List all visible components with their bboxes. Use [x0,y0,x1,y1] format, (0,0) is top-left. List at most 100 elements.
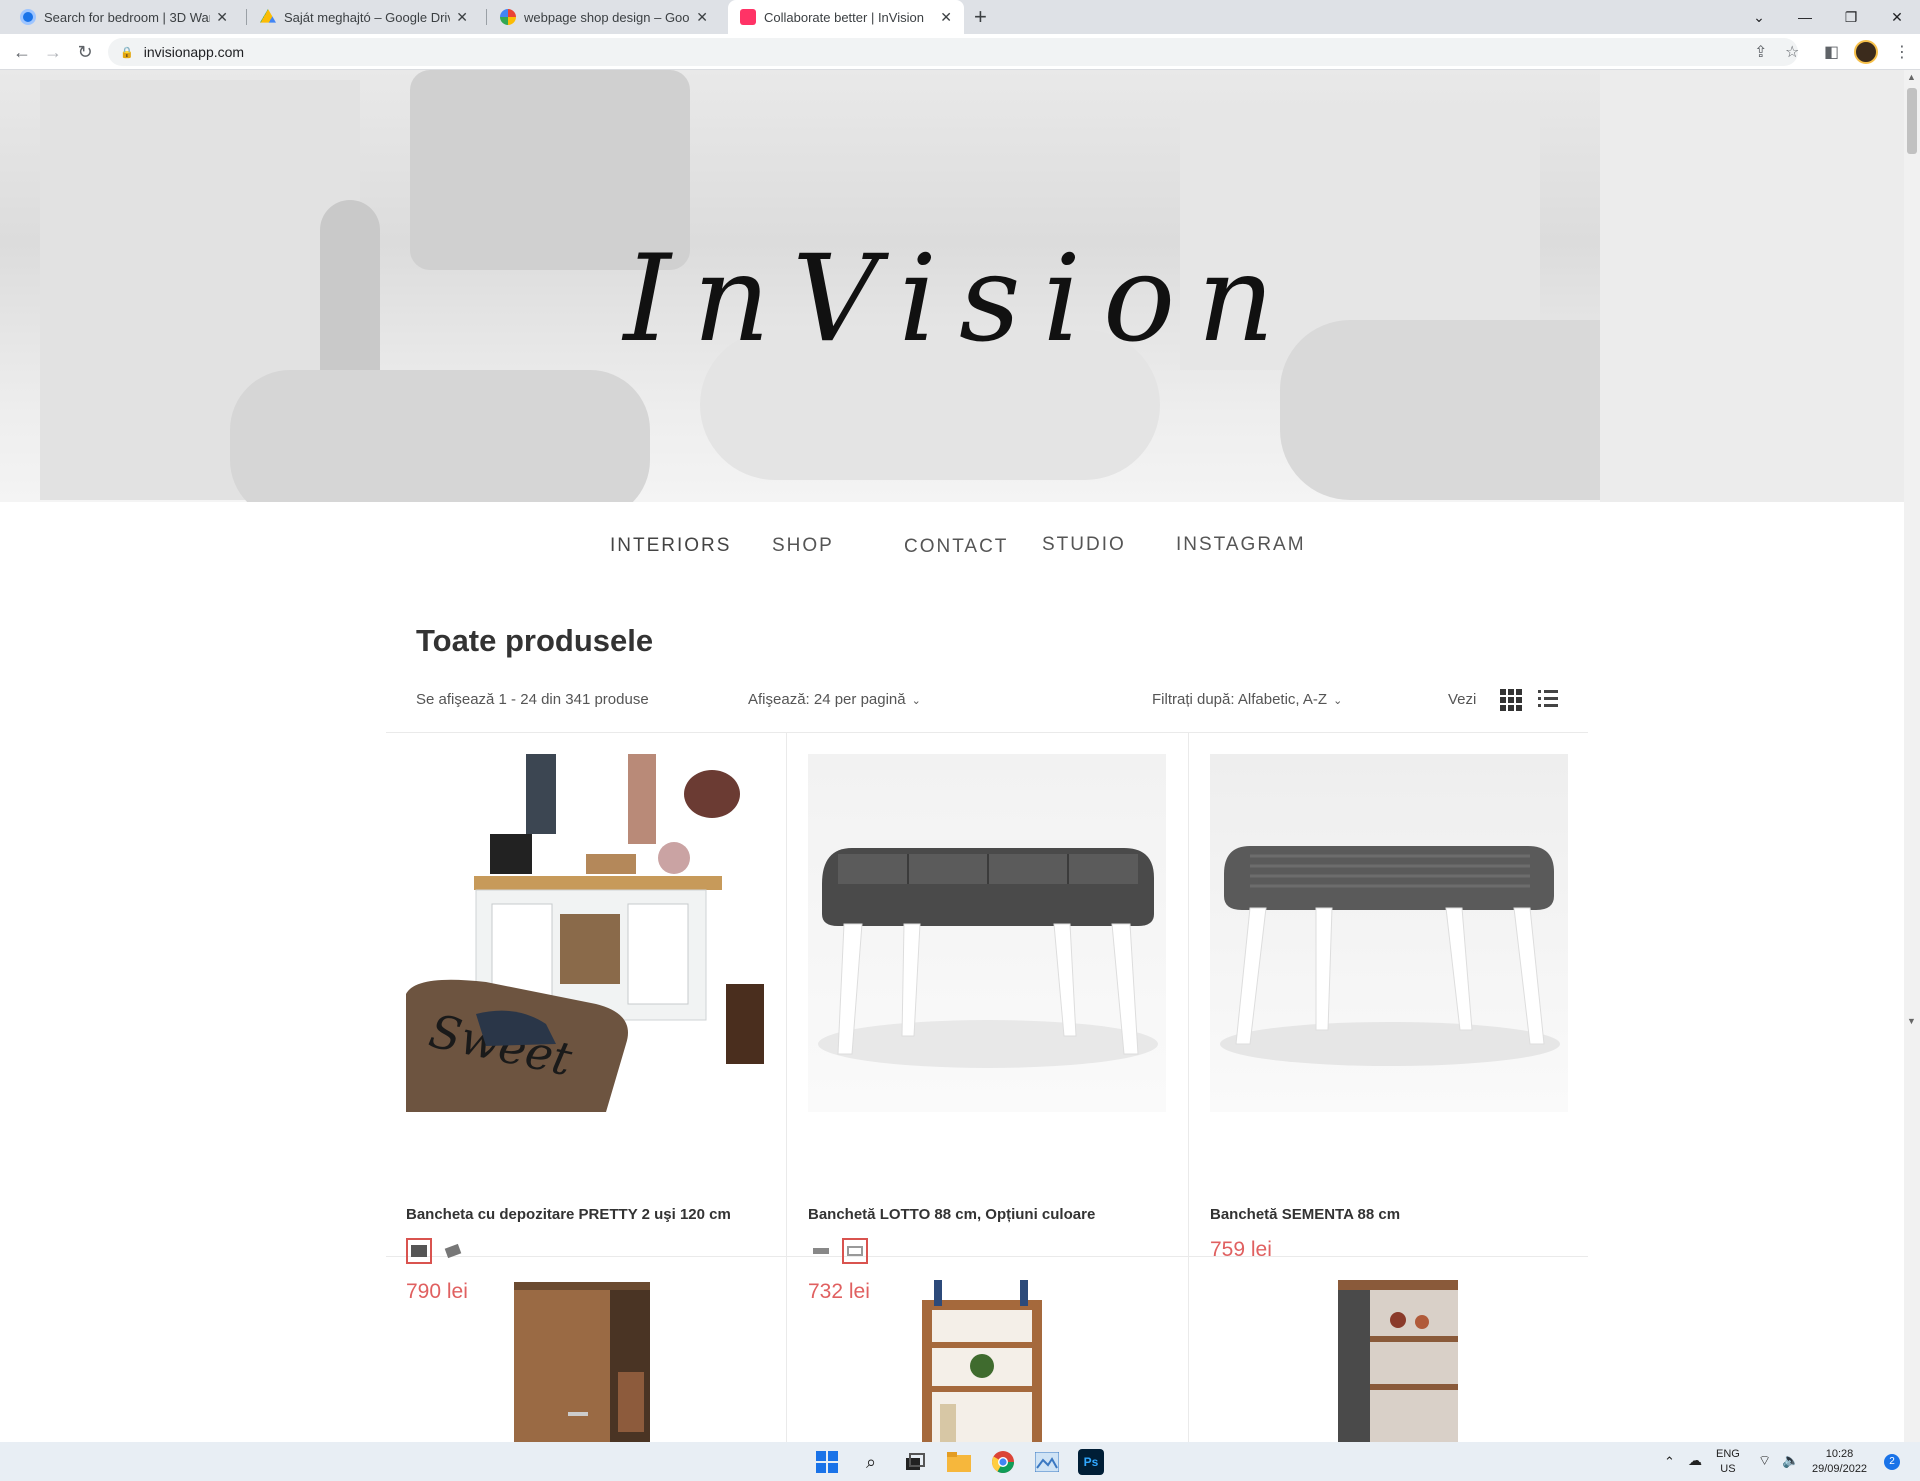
product-image[interactable] [808,754,1166,1112]
tab-3d-warehouse[interactable]: Search for bedroom | 3D Wareho ✕ [8,0,240,34]
bookmark-star-icon[interactable]: ☆ [1785,42,1799,62]
back-arrow-icon[interactable]: ← [10,40,34,64]
tab-invision[interactable]: Collaborate better | InVision ✕ [728,0,964,34]
sort-dropdown[interactable]: Filtrați după: Alfabetic, A-Z ⌄ [1152,691,1342,708]
reload-icon[interactable]: ↻ [73,40,97,64]
grid-divider [1188,732,1189,1442]
volume-icon[interactable]: 🔈 [1782,1453,1799,1468]
tab-divider [486,9,487,25]
new-tab-button[interactable]: + [974,4,987,30]
close-icon[interactable]: ✕ [940,9,952,26]
tray-chevron-icon[interactable]: ⌃ [1664,1454,1675,1469]
storage-bench-illustration: Sweet [406,754,764,1112]
window-controls: ⌄ — ❐ ✕ [1736,0,1920,34]
product-name[interactable]: Banchetă LOTTO 88 cm, Opțiuni culoare [808,1206,1095,1223]
nav-interiors[interactable]: INTERIORS [610,535,731,557]
per-page-dropdown[interactable]: Afişează: 24 per pagină ⌄ [748,691,921,708]
grid-view-icon[interactable] [1500,689,1522,711]
google-icon [500,9,516,25]
lock-icon: 🔒 [120,46,134,59]
main-navigation [0,510,1904,610]
scroll-up-icon[interactable]: ▲ [1907,72,1916,82]
per-page-label: Afişează: 24 per pagină [748,691,906,708]
task-view-icon[interactable] [902,1449,928,1475]
chevron-down-icon: ⌄ [1333,695,1343,707]
bench-lotto-illustration [818,848,1158,1068]
nav-studio[interactable]: STUDIO [1042,534,1126,556]
window-close-icon[interactable]: ✕ [1874,0,1920,34]
file-explorer-icon[interactable] [946,1449,972,1475]
nav-shop[interactable]: SHOP [772,535,834,557]
tab-google-drive[interactable]: Saját meghajtó – Google Drive ✕ [248,0,480,34]
swatch-thumbnail [444,1243,462,1259]
onedrive-icon[interactable]: ☁ [1688,1453,1702,1468]
product-name[interactable]: Banchetă SEMENTA 88 cm [1210,1206,1400,1223]
grid-divider [386,1256,1588,1257]
close-icon[interactable]: ✕ [216,9,228,26]
results-count: Se afişează 1 - 24 din 341 produse [416,691,649,708]
browser-toolbar: ← → ↻ 🔒 invisionapp.com ⇪ ☆ ◧ ⋮ [0,34,1920,70]
page-scrollbar[interactable]: ▲ ▼ [1904,70,1920,1442]
search-icon[interactable]: ⌕ [858,1449,884,1475]
nav-instagram[interactable]: INSTAGRAM [1176,534,1306,556]
google-drive-icon [260,9,276,23]
profile-avatar[interactable] [1854,40,1878,64]
photoshop-icon[interactable]: Ps [1078,1449,1104,1475]
product-image[interactable] [514,1282,650,1442]
side-panel-icon[interactable]: ◧ [1824,42,1839,62]
web-page: InVision INTERIORS SHOP CONTACT STUDIO I… [0,70,1904,1442]
photos-icon[interactable] [1034,1449,1060,1475]
browser-tab-bar: Search for bedroom | 3D Wareho ✕ Saját m… [0,0,1920,34]
language-indicator[interactable]: ENG US [1716,1447,1740,1477]
nav-contact[interactable]: CONTACT [904,536,1008,558]
color-swatch-selected[interactable] [842,1238,868,1264]
product-name[interactable]: Bancheta cu depozitare PRETTY 2 uşi 120 … [406,1206,731,1223]
sort-label: Filtrați după: Alfabetic, A-Z [1152,691,1328,708]
bookshelf-illustration [922,1280,1042,1442]
site-logo[interactable]: InVision [560,190,1360,430]
scroll-down-icon[interactable]: ▼ [1907,1016,1916,1026]
address-bar[interactable]: 🔒 invisionapp.com [108,38,1798,66]
tab-search-icon[interactable]: ⌄ [1736,0,1782,34]
logo-text: InVision [623,230,1297,369]
forward-arrow-icon[interactable]: → [41,40,65,64]
invision-icon [740,9,756,25]
restore-icon[interactable]: ❐ [1828,0,1874,34]
chrome-icon[interactable] [990,1449,1016,1475]
windows-start-icon[interactable] [814,1449,840,1475]
tab-title: Saját meghajtó – Google Drive [284,9,451,25]
bench-sementa-illustration [1220,846,1560,1066]
grid-divider [386,732,1588,733]
scrollbar-thumb[interactable] [1907,88,1917,154]
wifi-icon[interactable]: ⌔ [1758,1453,1771,1468]
chevron-down-icon: ⌄ [911,695,921,707]
tab-google-search[interactable]: webpage shop design – Google I ✕ [488,0,720,34]
close-icon[interactable]: ✕ [696,9,708,26]
color-swatch[interactable] [808,1238,834,1264]
notification-badge[interactable]: 2 [1884,1454,1900,1470]
minimize-icon[interactable]: — [1782,0,1828,34]
wardrobe-illustration [514,1282,650,1442]
hero-curtain-shape [1600,70,1904,502]
product-image[interactable] [1210,754,1568,1112]
share-icon[interactable]: ⇪ [1754,42,1767,62]
product-price: 732 lei [808,1280,870,1303]
page-title: Toate produsele [416,623,654,658]
list-view-icon[interactable] [1538,689,1558,709]
swatch-thumbnail [813,1248,829,1254]
color-swatch-selected[interactable] [406,1238,432,1264]
color-swatch[interactable] [440,1238,466,1264]
windows-taskbar: ⌕ Ps ⌃ ☁ ENG US ⌔ 🔈 10:28 29/09/2022 2 [0,1442,1920,1481]
grid-divider [786,732,787,1442]
product-image[interactable] [920,1280,1044,1442]
3d-warehouse-icon [20,9,36,25]
product-image[interactable]: Sweet [406,754,764,1112]
clock[interactable]: 10:28 29/09/2022 [1812,1447,1867,1477]
swatch-thumbnail [847,1246,863,1256]
close-icon[interactable]: ✕ [456,9,468,26]
kebab-menu-icon[interactable]: ⋮ [1894,42,1910,62]
lang-code: ENG [1716,1448,1740,1460]
display-cabinet-illustration [1338,1280,1458,1442]
product-image[interactable] [1338,1280,1458,1442]
swatch-thumbnail [411,1245,427,1257]
